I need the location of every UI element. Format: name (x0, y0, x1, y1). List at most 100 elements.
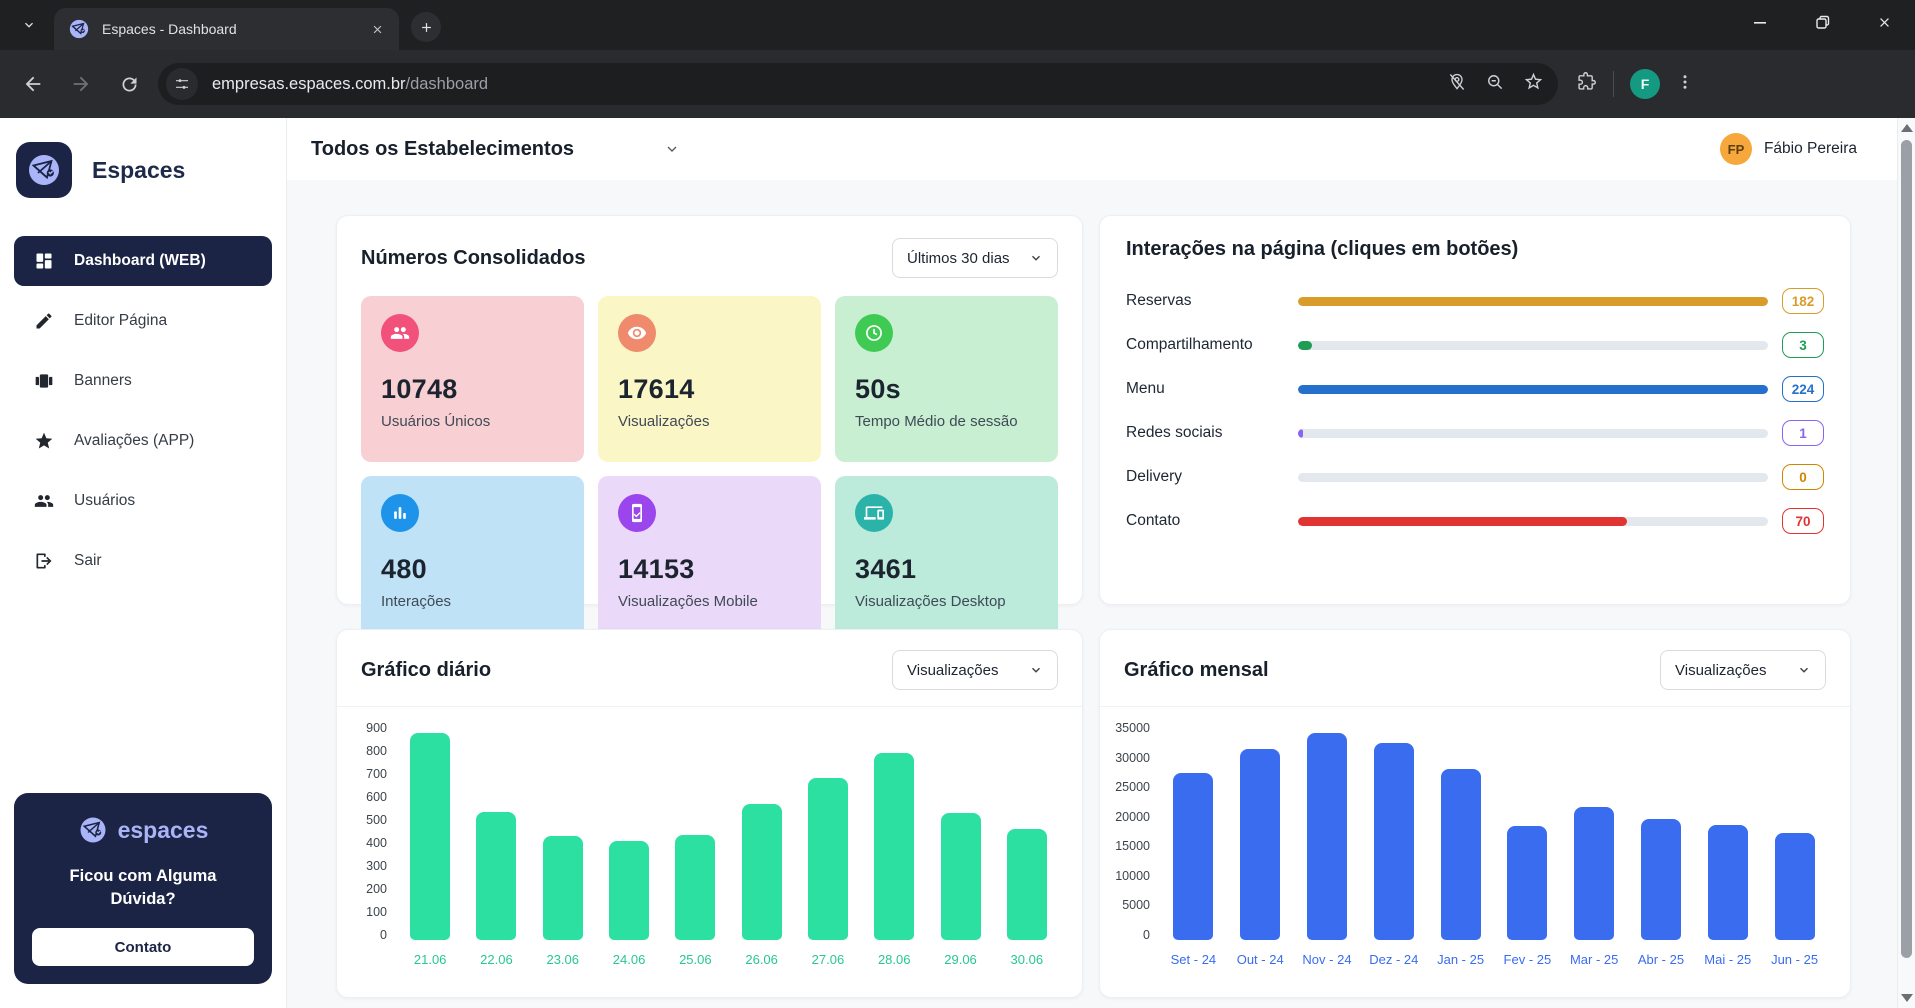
bookmark-star-icon[interactable] (1523, 71, 1544, 97)
tab-search-chevron-icon[interactable] (12, 8, 46, 42)
x-axis-label: Jun - 25 (1761, 952, 1828, 967)
bar-slot (662, 723, 728, 940)
bar-21.06 (410, 733, 450, 940)
window-restore-button[interactable] (1791, 0, 1853, 44)
scrollbar-thumb[interactable] (1901, 140, 1912, 958)
browser-tab[interactable]: Espaces - Dashboard (54, 8, 399, 50)
clock-icon (855, 314, 893, 352)
progress-fill (1298, 385, 1768, 394)
interaction-label: Reservas (1126, 292, 1298, 310)
x-axis-label: Abr - 25 (1628, 952, 1695, 967)
toolbar-divider (1613, 71, 1614, 97)
help-card-question: Ficou com Alguma Dúvida? (40, 865, 246, 910)
profile-avatar[interactable]: F (1630, 69, 1660, 99)
browser-toolbar: empresas.espaces.com.br/dashboard F (0, 50, 1915, 118)
site-settings-tune-icon[interactable] (166, 68, 198, 100)
interaction-row: Compartilhamento3 (1126, 331, 1824, 359)
consolidated-title: Números Consolidados (361, 247, 585, 270)
x-axis-label: Out - 24 (1227, 952, 1294, 967)
new-tab-button[interactable] (411, 12, 441, 42)
y-axis-tick: 5000 (1114, 900, 1160, 910)
sidebar-item-avalia-es-app[interactable]: Avaliações (APP) (14, 416, 272, 466)
y-axis-tick: 400 (351, 838, 397, 848)
sidebar-item-sair[interactable]: Sair (14, 536, 272, 586)
x-axis-labels: Set - 24Out - 24Nov - 24Dez - 24Jan - 25… (1160, 952, 1828, 967)
browser-window: Espaces - Dashboard empresas.espaces.com… (0, 0, 1915, 1008)
establishment-selector[interactable]: Todos os Estabelecimentos (311, 138, 680, 161)
back-button-icon[interactable] (14, 65, 52, 103)
contact-button[interactable]: Contato (32, 928, 254, 966)
sidebar-item-dashboard-web[interactable]: Dashboard (WEB) (14, 236, 272, 286)
bar-Set - 24 (1173, 773, 1213, 940)
users-icon (34, 490, 56, 512)
tab-close-icon[interactable] (365, 17, 389, 41)
x-axis-label: 22.06 (463, 952, 529, 967)
progress-fill (1298, 429, 1303, 438)
help-card-logo: espaces (32, 815, 254, 845)
stat-label: Interações (381, 593, 564, 610)
help-card-brand: espaces (118, 817, 209, 844)
period-select[interactable]: Últimos 30 dias (892, 238, 1058, 278)
interaction-row: Menu224 (1126, 375, 1824, 403)
chevron-down-icon (1029, 251, 1043, 265)
sidebar-item-usu-rios[interactable]: Usuários (14, 476, 272, 526)
interactions-card: Interações na página (cliques em botões)… (1099, 215, 1851, 605)
progress-fill (1298, 341, 1312, 350)
interaction-row: Redes sociais1 (1126, 419, 1824, 447)
count-badge: 0 (1782, 464, 1824, 490)
monthly-metric-select-value: Visualizações (1675, 662, 1766, 679)
y-axis-tick: 500 (351, 815, 397, 825)
espaces-logo-icon (16, 142, 72, 198)
daily-metric-select[interactable]: Visualizações (892, 650, 1058, 690)
menu-more-icon[interactable] (1676, 73, 1694, 96)
x-axis-label: Jan - 25 (1427, 952, 1494, 967)
period-select-value: Últimos 30 dias (907, 250, 1010, 267)
sidebar-item-banners[interactable]: Banners (14, 356, 272, 406)
x-axis-label: 26.06 (728, 952, 794, 967)
monthly-chart-title: Gráfico mensal (1124, 659, 1269, 682)
main-area: Todos os Estabelecimentos FP Fábio Perei… (287, 118, 1915, 1008)
forward-button-icon[interactable] (62, 65, 100, 103)
y-axis-tick: 10000 (1114, 871, 1160, 881)
scroll-down-arrow-icon[interactable] (1901, 994, 1913, 1002)
stat-tile: 17614Visualizações (598, 296, 821, 462)
extensions-icon[interactable] (1576, 71, 1597, 97)
stat-tile: 3461Visualizações Desktop (835, 476, 1058, 642)
espaces-favicon-icon (68, 18, 90, 40)
progress-fill (1298, 517, 1627, 526)
monthly-metric-select[interactable]: Visualizações (1660, 650, 1826, 690)
bar-Jun - 25 (1775, 833, 1815, 940)
sidebar-item-editor-p-gina[interactable]: Editor Página (14, 296, 272, 346)
scroll-up-arrow-icon[interactable] (1901, 124, 1913, 132)
address-bar[interactable]: empresas.espaces.com.br/dashboard (158, 63, 1558, 105)
y-axis: 9008007006005004003002001000 (351, 723, 397, 940)
chart-plot-area: 9008007006005004003002001000 (351, 723, 1060, 940)
window-minimize-button[interactable] (1729, 0, 1791, 44)
daily-chart-title: Gráfico diário (361, 659, 491, 682)
chevron-down-icon (1797, 663, 1811, 677)
page-scrollbar[interactable] (1897, 118, 1915, 1008)
location-off-icon[interactable] (1447, 72, 1467, 97)
bar-Mar - 25 (1574, 807, 1614, 940)
user-name: Fábio Pereira (1764, 140, 1857, 158)
bar-slot (1628, 723, 1695, 940)
chart-icon (381, 494, 419, 532)
stat-tile: 50sTempo Médio de sessão (835, 296, 1058, 462)
bar-slot (397, 723, 463, 940)
interaction-label: Compartilhamento (1126, 336, 1298, 354)
consolidated-numbers-card: Números Consolidados Últimos 30 dias 107… (336, 215, 1083, 605)
bar-30.06 (1007, 829, 1047, 940)
window-close-button[interactable] (1853, 0, 1915, 44)
bar-Mai - 25 (1708, 825, 1748, 940)
y-axis-tick: 30000 (1114, 753, 1160, 763)
zoom-out-icon[interactable] (1485, 72, 1505, 97)
reload-button-icon[interactable] (110, 65, 148, 103)
bar-slot (994, 723, 1060, 940)
x-axis-label: 27.06 (795, 952, 861, 967)
user-chip[interactable]: FP Fábio Pereira (1720, 133, 1857, 165)
brand-logo-row: Espaces (16, 142, 286, 198)
progress-track (1298, 385, 1768, 394)
bar-slot (1494, 723, 1561, 940)
stat-value: 14153 (618, 554, 801, 585)
stat-value: 50s (855, 374, 1038, 405)
